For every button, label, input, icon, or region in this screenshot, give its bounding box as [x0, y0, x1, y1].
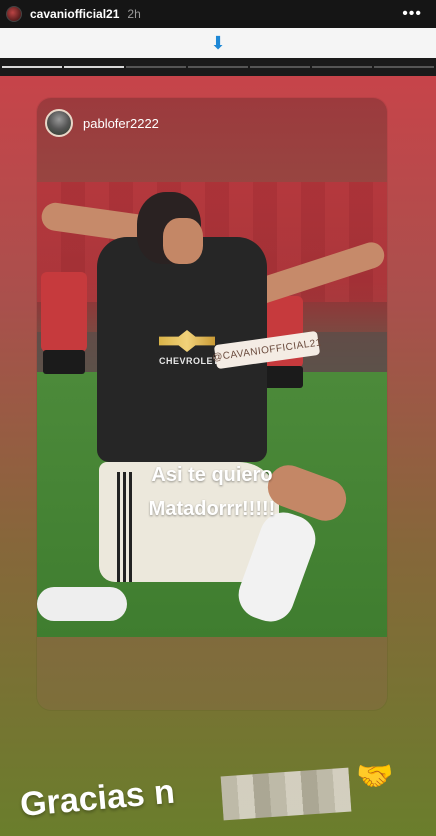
- handshake-icon: 🤝: [356, 760, 394, 793]
- player-face: [163, 218, 203, 264]
- progress-segment: [312, 66, 372, 68]
- more-options-icon[interactable]: •••: [402, 6, 422, 22]
- caption-line-2: Matadorrr!!!!!: [148, 498, 276, 520]
- progress-segment: [250, 66, 310, 68]
- story-progress-bar: [0, 58, 436, 76]
- progress-segment: [188, 66, 248, 68]
- story-time: 2h: [127, 7, 141, 21]
- shared-post-header: pablofer2222: [37, 98, 387, 148]
- story-header: cavaniofficial21 2h •••: [0, 0, 436, 28]
- background-player: [41, 272, 87, 352]
- shared-post-card[interactable]: pablofer2222 CHEVROLET @CAVANIOFFICIAL21…: [37, 98, 387, 710]
- progress-segment: [126, 66, 186, 68]
- pixelated-redaction: [220, 767, 352, 821]
- story-username[interactable]: cavaniofficial21: [30, 7, 119, 21]
- background-player-shorts: [43, 350, 85, 374]
- shared-post-caption: Asi te quiero Matadorrr!!!!!: [37, 458, 387, 526]
- progress-segment: [374, 66, 434, 68]
- shared-post-username[interactable]: pablofer2222: [83, 116, 159, 131]
- background-player-shorts: [263, 366, 303, 388]
- shared-post-photo[interactable]: CHEVROLET @CAVANIOFFICIAL21 Asi te quier…: [37, 182, 387, 637]
- avatar[interactable]: [6, 6, 22, 22]
- download-arrow-icon[interactable]: ⬇: [210, 34, 225, 52]
- shared-post-avatar[interactable]: [45, 109, 73, 137]
- link-bar[interactable]: ⬇: [0, 28, 436, 58]
- player-left-leg: [37, 587, 127, 621]
- progress-segment: [2, 66, 62, 68]
- progress-segment: [64, 66, 124, 68]
- caption-line-1: Asi te quiero: [151, 464, 273, 486]
